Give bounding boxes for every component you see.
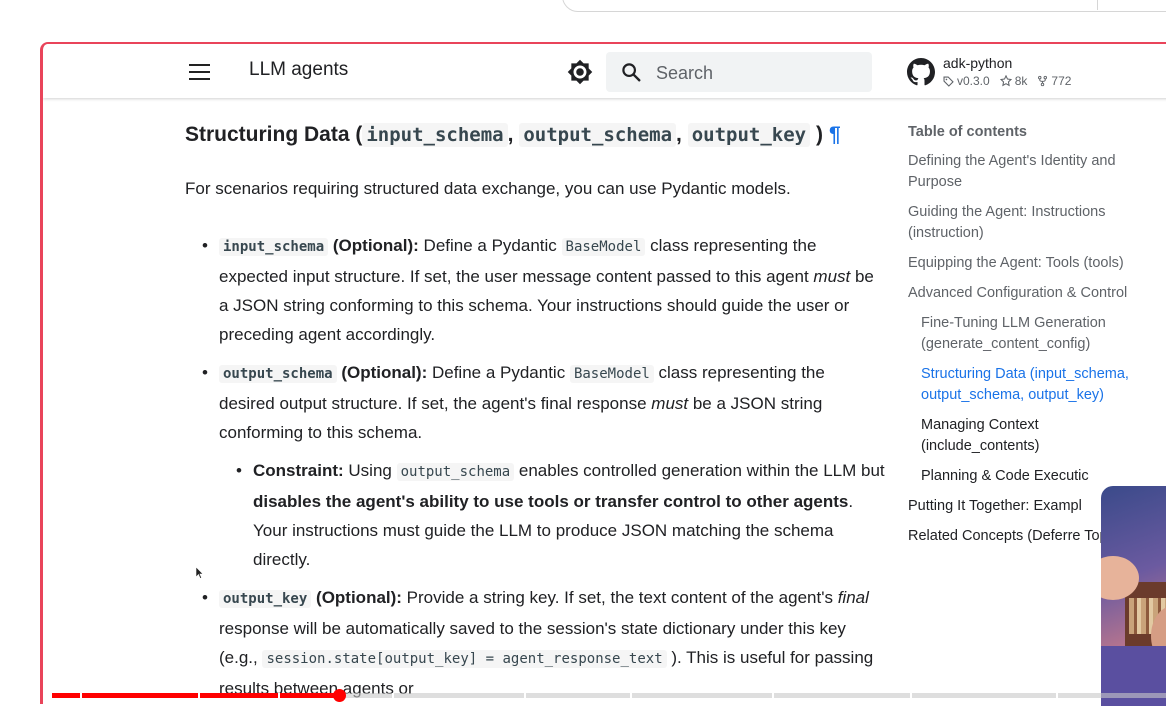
fork-icon (1038, 75, 1048, 87)
chapter-marker (910, 693, 912, 698)
brightness-icon (567, 59, 593, 85)
heading-text: Structuring Data ( (185, 123, 363, 146)
toc-title: Table of contents (908, 124, 1027, 140)
chapter-marker (772, 693, 774, 698)
list-item-input-schema: input_schema (Optional): Define a Pydant… (185, 231, 885, 349)
code-output-schema: output_schema (219, 365, 337, 383)
chapter-marker (278, 693, 280, 698)
theme-toggle-button[interactable] (567, 59, 593, 85)
constraint-label: Constraint: (253, 461, 344, 480)
menu-icon-bar (189, 71, 210, 73)
chapter-marker (1056, 693, 1058, 698)
mouse-cursor-icon (196, 567, 204, 579)
search-input[interactable] (654, 62, 858, 84)
bullet-text: Define a Pydantic (418, 236, 562, 255)
bullet-text: Using (343, 461, 397, 480)
heading-code-input-schema: input_schema (362, 123, 508, 147)
heading-code-output-key: output_key (687, 123, 811, 147)
star-icon (999, 75, 1012, 87)
repo-meta: v0.3.0 8k 772 (943, 74, 1071, 88)
code-output-key: output_key (219, 590, 312, 608)
repo-name: adk-python (943, 55, 1013, 71)
webcam-overlay (1101, 486, 1166, 706)
menu-icon-bar (189, 78, 210, 80)
bullet-text: Define a Pydantic (427, 363, 570, 382)
code-session-state: session.state[output_key] = agent_respon… (262, 650, 667, 668)
chapter-marker (524, 693, 526, 698)
tag-icon (943, 75, 954, 87)
optional-label: (Optional): (316, 588, 402, 607)
emphasis-text: final (837, 588, 869, 607)
video-progress-bar[interactable] (52, 689, 1166, 702)
toc-item-instructions[interactable]: Guiding the Agent: Instructions (instruc… (908, 202, 1148, 244)
list-item-output-schema: output_schema (Optional): Define a Pydan… (185, 358, 885, 574)
optional-label: (Optional): (332, 236, 419, 255)
options-list: input_schema (Optional): Define a Pydant… (185, 231, 885, 703)
chapter-marker (198, 693, 200, 698)
site-title: LLM agents (249, 59, 349, 80)
video-scrubber-handle[interactable] (333, 689, 346, 702)
address-bar-divider (1097, 0, 1098, 10)
bullet-text: Provide a string key. If set, the text c… (401, 588, 838, 607)
github-icon (907, 58, 935, 86)
menu-icon-bar (189, 64, 210, 66)
repo-version: v0.3.0 (943, 74, 990, 88)
toc-item-planning[interactable]: Planning & Code Executic (908, 466, 1148, 487)
chapter-marker (630, 693, 632, 698)
code-basemodel: BaseModel (561, 238, 646, 256)
constraint-list: Constraint: Using output_schema enables … (219, 456, 885, 574)
menu-button[interactable] (189, 64, 211, 80)
search-box[interactable] (606, 52, 872, 92)
repo-forks-label: 772 (1051, 74, 1072, 88)
browser-top-strip (0, 0, 1166, 42)
bold-warning-text: disables the agent's ability to use tool… (253, 492, 849, 511)
page-frame: LLM agents adk-python v0.3.0 (40, 42, 1166, 704)
heading-separator: , (507, 123, 514, 146)
heading-text-end: ) (815, 123, 823, 146)
main-content: Structuring Data (input_schema, output_s… (185, 116, 885, 704)
video-progress-fill (52, 693, 339, 698)
emphasis-text: must (651, 394, 689, 413)
code-output-schema: output_schema (396, 463, 515, 481)
heading-separator: , (676, 123, 682, 146)
code-input-schema: input_schema (219, 238, 329, 256)
toc-item-tools[interactable]: Equipping the Agent: Tools (tools) (908, 253, 1148, 274)
toc-item-identity[interactable]: Defining the Agent's Identity and Purpos… (908, 151, 1148, 193)
list-item-output-key: output_key (Optional): Provide a string … (185, 583, 885, 703)
section-heading: Structuring Data (input_schema, output_s… (185, 116, 885, 154)
repo-stars: 8k (999, 74, 1028, 88)
emphasis-text: must (813, 267, 851, 286)
repo-stars-label: 8k (1014, 74, 1028, 88)
site-header: LLM agents adk-python v0.3.0 (43, 44, 1166, 98)
toc-item-structuring-data[interactable]: Structuring Data (input_schema, output_s… (908, 364, 1148, 406)
search-icon (622, 63, 641, 82)
chapter-marker (80, 693, 82, 698)
heading-code-output-schema: output_schema (519, 123, 677, 147)
intro-paragraph: For scenarios requiring structured data … (185, 179, 791, 198)
toc-item-fine-tuning[interactable]: Fine-Tuning LLM Generation (generate_con… (908, 313, 1148, 355)
chapter-marker (392, 693, 394, 698)
heading-permalink[interactable]: ¶ (829, 123, 841, 146)
toc-item-managing-context[interactable]: Managing Context (include_contents) (908, 415, 1148, 457)
bullet-text: enables controlled generation within the… (514, 461, 885, 480)
repo-forks: 772 (1037, 74, 1071, 88)
repo-version-label: v0.3.0 (957, 74, 990, 88)
address-bar[interactable] (562, 0, 1166, 12)
toc-item-advanced-config[interactable]: Advanced Configuration & Control (908, 283, 1148, 304)
code-basemodel: BaseModel (569, 365, 654, 383)
list-item-constraint: Constraint: Using output_schema enables … (219, 456, 885, 574)
optional-label: (Optional): (341, 363, 428, 382)
